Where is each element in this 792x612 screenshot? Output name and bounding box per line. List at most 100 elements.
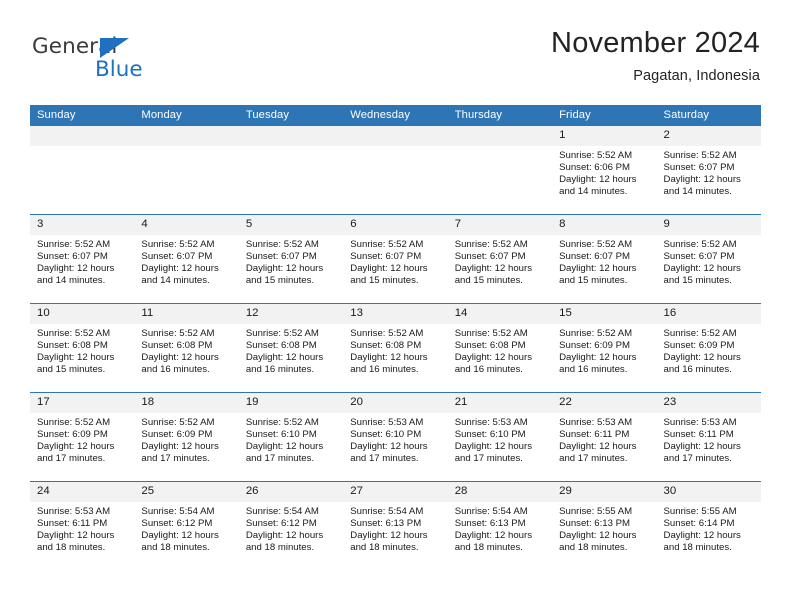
sunrise-text: Sunrise: 5:53 AM [37,506,111,517]
daylight-text-line2: and 17 minutes. [37,453,106,465]
calendar-day-cell[interactable]: 8 Sunrise: 5:52 AM Sunset: 6:07 PM Daylight… [552,214,657,304]
sunrise-text: Sunrise: 5:55 AM [559,506,633,517]
calendar-day-cell[interactable]: 10 Sunrise: 5:52 AM Sunset: 6:08 PM Dayligh… [30,303,135,393]
daylight-text-line1: Daylight: 12 hours [350,530,428,542]
daylight-text-line2: and 16 minutes. [454,364,523,376]
day-sun-info: Sunrise: 5:53 AM Sunset: 6:10 PM Daylight:… [343,413,447,465]
calendar-page: General Blue November 2024 Pagatan, Indo… [0,0,792,612]
sunset-text: Sunset: 6:10 PM [245,429,317,441]
day-sun-info: Sunrise: 5:52 AM Sunset: 6:09 PM Daylight:… [552,324,656,376]
calendar-day-cell[interactable]: 16 Sunrise: 5:52 AM Sunset: 6:09 PM Dayligh… [656,303,761,393]
weekday-header-wednesday: Wednesday [343,105,448,126]
calendar-day-cell[interactable]: 22 Sunrise: 5:53 AM Sunset: 6:11 PM Dayligh… [552,392,657,482]
calendar-day-cell[interactable]: 3 Sunrise: 5:52 AM Sunset: 6:07 PM Daylight… [30,214,135,304]
day-sun-info: Sunrise: 5:53 AM Sunset: 6:10 PM Daylight:… [448,413,552,465]
calendar-day-cell[interactable]: 11 Sunrise: 5:52 AM Sunset: 6:08 PM Dayligh… [134,303,239,393]
day-sun-info: Sunrise: 5:55 AM Sunset: 6:13 PM Daylight:… [552,502,656,554]
calendar-day-cell[interactable]: 6 Sunrise: 5:52 AM Sunset: 6:07 PM Daylight… [343,214,448,304]
sunrise-text: Sunrise: 5:52 AM [141,417,215,428]
calendar-day-cell[interactable]: 14 Sunrise: 5:52 AM Sunset: 6:08 PM Dayligh… [447,303,553,393]
calendar-day-cell[interactable]: 21 Sunrise: 5:53 AM Sunset: 6:10 PM Dayligh… [447,392,553,482]
sunset-text: Sunset: 6:06 PM [559,162,631,174]
daylight-text-line1: Daylight: 12 hours [663,441,741,453]
sunrise-text: Sunrise: 5:53 AM [663,417,737,428]
calendar-day-cell[interactable]: 17 Sunrise: 5:52 AM Sunset: 6:09 PM Dayligh… [30,392,135,482]
sunset-text: Sunset: 6:07 PM [37,251,108,263]
sunset-text: Sunset: 6:11 PM [37,518,108,530]
daylight-text-line2: and 16 minutes. [245,364,315,376]
calendar-day-cell[interactable]: 29 Sunrise: 5:55 AM Sunset: 6:13 PM Dayligh… [552,481,657,570]
day-sun-info: Sunrise: 5:52 AM Sunset: 6:07 PM Daylight:… [239,235,343,287]
calendar-day-cell[interactable]: 13 Sunrise: 5:52 AM Sunset: 6:08 PM Dayligh… [343,303,448,393]
calendar-day-cell[interactable]: 30 Sunrise: 5:55 AM Sunset: 6:14 PM Dayligh… [656,481,761,570]
sunset-text: Sunset: 6:14 PM [663,518,735,530]
daylight-text-line2: and 18 minutes. [350,542,419,554]
day-sun-info: Sunrise: 5:53 AM Sunset: 6:11 PM Daylight:… [30,502,134,554]
calendar-day-cell[interactable]: 9 Sunrise: 5:52 AM Sunset: 6:07 PM Daylight… [656,214,761,304]
daylight-text-line2: and 16 minutes. [559,364,628,376]
daylight-text-line2: and 15 minutes. [454,275,523,287]
sunset-text: Sunset: 6:09 PM [559,340,631,352]
day-number [30,126,135,146]
weekday-header-saturday: Saturday [656,105,761,126]
calendar-day-cell[interactable]: 27 Sunrise: 5:54 AM Sunset: 6:13 PM Dayligh… [343,481,448,570]
daylight-text-line2: and 17 minutes. [245,453,315,465]
day-number: 6 [343,215,448,235]
day-number: 13 [343,304,448,324]
calendar-day-cell[interactable]: 1 Sunrise: 5:52 AM Sunset: 6:06 PM Daylight… [552,126,657,215]
calendar-week-row: 24 Sunrise: 5:53 AM Sunset: 6:11 PM Dayligh… [30,481,761,570]
day-number: 14 [447,304,553,324]
day-number [134,126,239,146]
day-sun-info: Sunrise: 5:52 AM Sunset: 6:07 PM Daylight:… [657,146,761,198]
sunrise-text: Sunrise: 5:54 AM [245,506,319,517]
daylight-text-line2: and 17 minutes. [663,453,732,465]
daylight-text-line1: Daylight: 12 hours [559,174,637,186]
sunset-text: Sunset: 6:13 PM [350,518,422,530]
calendar-day-cell[interactable]: 5 Sunrise: 5:52 AM Sunset: 6:07 PM Daylight… [238,214,344,304]
day-sun-info: Sunrise: 5:54 AM Sunset: 6:13 PM Daylight:… [343,502,447,554]
calendar-day-cell[interactable]: 25 Sunrise: 5:54 AM Sunset: 6:12 PM Dayligh… [134,481,239,570]
calendar-day-cell[interactable]: 18 Sunrise: 5:52 AM Sunset: 6:09 PM Dayligh… [134,392,239,482]
day-number: 3 [30,215,135,235]
sunrise-text: Sunrise: 5:52 AM [37,239,111,250]
sunset-text: Sunset: 6:13 PM [559,518,631,530]
sunrise-text: Sunrise: 5:52 AM [350,328,424,339]
day-number: 1 [552,126,657,146]
calendar-day-cell[interactable]: 23 Sunrise: 5:53 AM Sunset: 6:11 PM Dayligh… [656,392,761,482]
daylight-text-line2: and 15 minutes. [350,275,419,287]
day-sun-info: Sunrise: 5:54 AM Sunset: 6:12 PM Daylight:… [134,502,238,554]
day-number: 15 [552,304,657,324]
weekday-header-thursday: Thursday [447,105,553,126]
day-number: 10 [30,304,135,324]
day-number: 19 [238,393,344,413]
calendar-day-cell[interactable]: 2 Sunrise: 5:52 AM Sunset: 6:07 PM Daylight… [656,126,761,215]
daylight-text-line1: Daylight: 12 hours [663,352,741,364]
day-sun-info: Sunrise: 5:52 AM Sunset: 6:09 PM Daylight:… [30,413,134,465]
logo-text-blue: Blue [95,57,143,82]
calendar-day-cell[interactable]: 28 Sunrise: 5:54 AM Sunset: 6:13 PM Dayligh… [447,481,553,570]
weekday-header-friday: Friday [552,105,657,126]
calendar-day-cell[interactable]: 15 Sunrise: 5:52 AM Sunset: 6:09 PM Dayligh… [552,303,657,393]
calendar-cell-empty [447,126,553,215]
calendar-day-cell[interactable]: 4 Sunrise: 5:52 AM Sunset: 6:07 PM Daylight… [134,214,239,304]
day-sun-info: Sunrise: 5:52 AM Sunset: 6:06 PM Daylight:… [552,146,656,198]
calendar-day-cell[interactable]: 26 Sunrise: 5:54 AM Sunset: 6:12 PM Dayligh… [238,481,344,570]
sunrise-text: Sunrise: 5:52 AM [454,328,528,339]
calendar-day-cell[interactable]: 7 Sunrise: 5:52 AM Sunset: 6:07 PM Daylight… [447,214,553,304]
day-number: 17 [30,393,135,413]
daylight-text-line1: Daylight: 12 hours [245,530,324,542]
calendar-day-cell[interactable]: 12 Sunrise: 5:52 AM Sunset: 6:08 PM Dayligh… [238,303,344,393]
sunset-text: Sunset: 6:10 PM [350,429,422,441]
daylight-text-line1: Daylight: 12 hours [37,441,115,453]
sunrise-text: Sunrise: 5:55 AM [663,506,737,517]
general-blue-logo[interactable]: General Blue [32,34,262,90]
daylight-text-line1: Daylight: 12 hours [141,530,219,542]
daylight-text-line2: and 14 minutes. [37,275,106,287]
day-sun-info: Sunrise: 5:52 AM Sunset: 6:07 PM Daylight:… [30,235,134,287]
calendar-day-cell[interactable]: 19 Sunrise: 5:52 AM Sunset: 6:10 PM Dayligh… [238,392,344,482]
day-number [238,126,344,146]
calendar-week-row: 10 Sunrise: 5:52 AM Sunset: 6:08 PM Dayligh… [30,303,761,393]
calendar-day-cell[interactable]: 24 Sunrise: 5:53 AM Sunset: 6:11 PM Dayligh… [30,481,135,570]
sunrise-text: Sunrise: 5:52 AM [663,239,737,250]
calendar-day-cell[interactable]: 20 Sunrise: 5:53 AM Sunset: 6:10 PM Dayligh… [343,392,448,482]
